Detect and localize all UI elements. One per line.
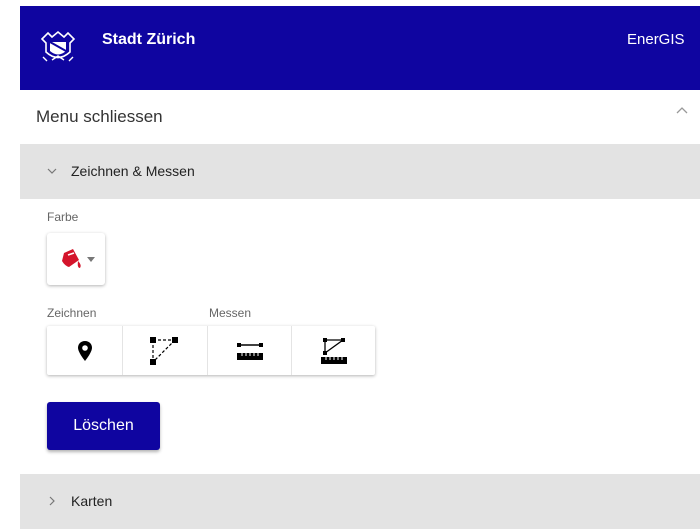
delete-button[interactable]: Löschen xyxy=(47,402,160,450)
menu-close-label: Menu schliessen xyxy=(36,107,163,126)
section-header-maps[interactable]: Karten xyxy=(20,474,700,529)
section-header-draw-measure[interactable]: Zeichnen & Messen xyxy=(20,144,700,199)
crest-icon xyxy=(40,30,76,62)
menu-close-button[interactable]: Menu schliessen xyxy=(20,90,700,144)
chevron-up-icon xyxy=(676,107,688,114)
measure-distance-button[interactable] xyxy=(208,326,292,375)
app-title: EnerGIS xyxy=(627,31,685,48)
chevron-down-icon xyxy=(47,168,57,174)
draw-point-button[interactable] xyxy=(47,326,123,375)
chevron-right-icon xyxy=(49,496,55,506)
measure-polyline-icon xyxy=(320,337,347,364)
draw-line-button[interactable] xyxy=(123,326,208,375)
paint-bucket-icon xyxy=(62,249,81,268)
map-marker-icon xyxy=(77,340,92,361)
city-name: Stadt Zürich xyxy=(102,31,196,48)
app-header: Stadt Zürich EnerGIS xyxy=(20,6,700,90)
draw-label: Zeichnen xyxy=(47,306,97,320)
color-picker-button[interactable] xyxy=(47,233,105,285)
caret-down-icon xyxy=(87,257,95,262)
draw-measure-toolbar xyxy=(47,326,375,375)
section-title-draw-measure: Zeichnen & Messen xyxy=(71,163,195,179)
section-title-maps: Karten xyxy=(71,493,113,509)
draw-polyline-icon xyxy=(150,336,178,365)
measure-label: Messen xyxy=(209,306,252,320)
color-label: Farbe xyxy=(47,210,79,224)
measure-path-button[interactable] xyxy=(292,326,375,375)
measure-line-icon xyxy=(236,342,263,360)
